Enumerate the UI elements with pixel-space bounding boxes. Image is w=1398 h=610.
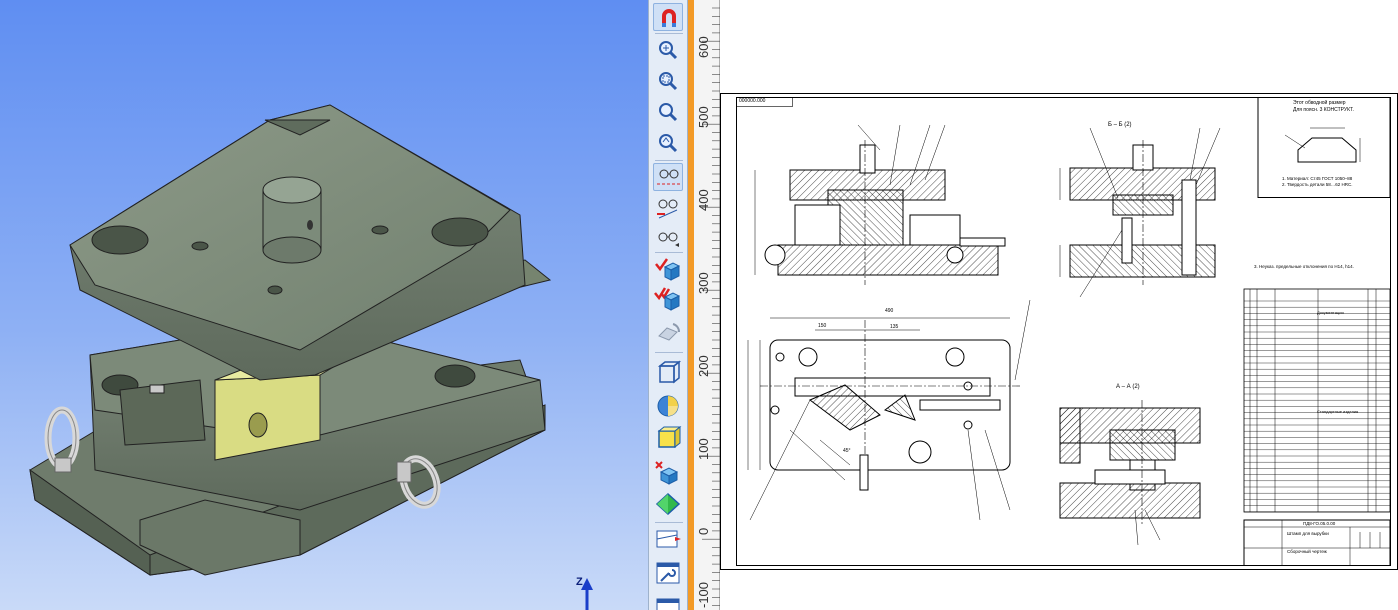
parts-list-table (1243, 288, 1391, 513)
shaded-box-icon (657, 425, 682, 449)
zoom-window-icon (659, 72, 678, 91)
shaded-edges-icon (655, 492, 681, 516)
sphere-section-button[interactable] (653, 392, 683, 420)
edit-lines-icon (658, 232, 679, 247)
hide-lines-icon (657, 199, 678, 219)
dimension-150: 150 (818, 323, 827, 329)
rotate-button[interactable] (653, 318, 683, 346)
dimension-angle: 45° (843, 448, 851, 454)
ruler-label-600: 600 (696, 36, 711, 58)
dimension-135: 135 (890, 324, 899, 330)
detail-note-2: Для поясн. 3 КОНСТРУКТ. (1293, 107, 1354, 113)
show-hidden-lines-icon (657, 169, 681, 185)
zoom-previous-button[interactable] (653, 129, 683, 157)
die-set-model[interactable] (0, 0, 648, 610)
axis-z-label: Z (576, 576, 583, 588)
check-box-icon (655, 258, 681, 281)
tech-req-2: 2. Твердость детали 58…62 HRC. (1282, 182, 1353, 187)
rotate-icon (658, 323, 680, 341)
section-aa-title: А – А (2) (1116, 384, 1140, 390)
assembly-drawing (720, 93, 1398, 570)
double-check-box-button[interactable] (653, 284, 683, 312)
tech-requirements: 1. Материал: Ст45 ГОСТ 1050–88 2. Твердо… (1282, 176, 1352, 188)
ruler-label-300: 300 (696, 272, 711, 294)
title-block-subtitle: Сборочный чертеж (1287, 549, 1327, 554)
drawing-sheet-view[interactable]: 000000.000 Б – Б (2) А – А (2) Этот обво… (720, 0, 1398, 610)
perspective-button[interactable] (653, 525, 683, 553)
wireframe-button[interactable] (653, 358, 683, 386)
3d-model-viewport[interactable]: Z (0, 0, 648, 610)
zoom-in-button[interactable] (653, 36, 683, 64)
eye-bolt-left (44, 406, 80, 473)
title-block-code: ПД8-ГО.05.0.00 (1303, 521, 1336, 526)
ruler-label-400: 400 (696, 189, 711, 211)
table-section-docs: Документация (1317, 310, 1344, 315)
hide-lines-button[interactable] (653, 194, 683, 222)
wireframe-icon (657, 360, 682, 384)
ruler-label-0: 0 (696, 527, 711, 535)
perspective-icon (656, 530, 681, 548)
double-check-box-icon (654, 287, 681, 311)
drawing-stamp: 000000.000 (739, 98, 766, 104)
show-hidden-lines-button[interactable] (653, 163, 683, 191)
settings-button[interactable] (653, 593, 683, 610)
magnet-button[interactable] (653, 3, 683, 31)
ruler-ticks (702, 7, 720, 606)
ruler-label-100: 100 (696, 438, 711, 460)
view-toolbar (648, 0, 688, 610)
tech-req-3: 3. Неуказ. предельные отклонения по H14,… (1254, 264, 1354, 269)
wrench-view-icon (656, 562, 680, 584)
shaded-box-button[interactable] (653, 424, 683, 452)
zoom-window-button[interactable] (653, 67, 683, 95)
magnet-icon (662, 9, 676, 27)
table-section-std: Стандартные изделия (1317, 409, 1359, 414)
zoom-in-icon (659, 41, 678, 60)
zoom-button[interactable] (653, 98, 683, 126)
vertical-ruler: 600 500 400 300 200 100 0 -100 (694, 0, 720, 610)
ruler-label-200: 200 (696, 355, 711, 377)
zoom-icon (659, 103, 678, 122)
check-box-button[interactable] (653, 255, 683, 283)
ruler-label-500: 500 (696, 106, 711, 128)
sphere-section-icon (657, 395, 679, 417)
zoom-previous-icon (659, 134, 678, 153)
ruler-label-minus-100: -100 (696, 581, 711, 608)
cut-box-button[interactable] (653, 458, 683, 486)
detail-note-1: Этот обводной размер (1293, 100, 1346, 106)
settings-icon (656, 598, 680, 610)
cut-box-icon (655, 461, 679, 485)
shaded-edges-button[interactable] (653, 490, 683, 518)
title-block (1243, 519, 1391, 566)
section-bb-title: Б – Б (2) (1108, 122, 1132, 128)
dimension-490: 490 (885, 308, 894, 314)
title-block-name: Штамп для вырубки (1287, 531, 1329, 536)
wrench-view-button[interactable] (653, 559, 683, 587)
edit-lines-button[interactable] (653, 225, 683, 253)
